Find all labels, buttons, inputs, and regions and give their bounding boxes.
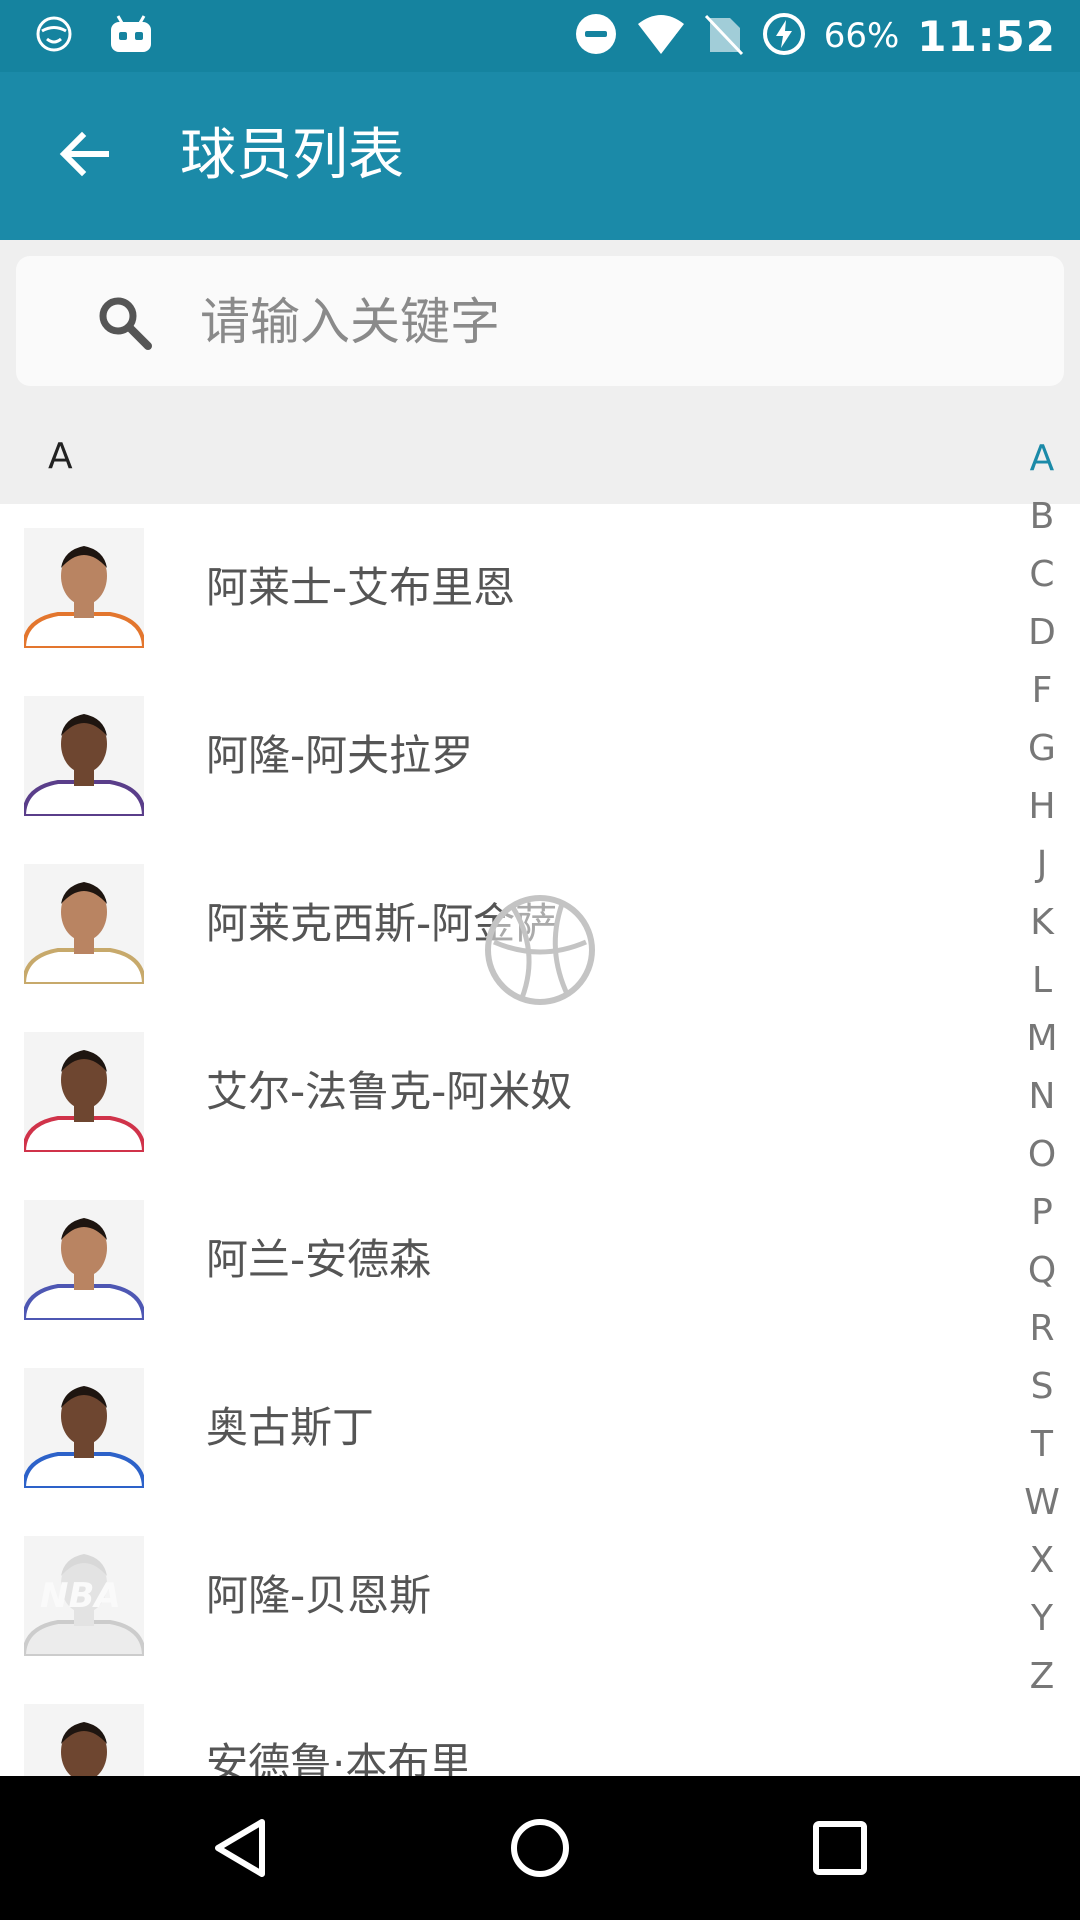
player-name: 阿莱士-艾布里恩 — [206, 563, 516, 612]
player-avatar — [24, 528, 144, 648]
index-letter-b[interactable]: B — [1012, 496, 1072, 537]
index-letter-y[interactable]: Y — [1012, 1598, 1072, 1639]
player-row[interactable]: 阿莱士-艾布里恩 — [0, 504, 1000, 672]
player-name: 艾尔-法鲁克-阿米奴 — [206, 1067, 573, 1116]
index-letter-m[interactable]: M — [1012, 1018, 1072, 1059]
arrow-left-icon — [58, 128, 110, 184]
alphabet-index-bar[interactable]: ABCDFGHJKLMNOPQRSTWXYZ — [1012, 438, 1072, 1728]
recents-square-icon — [810, 1818, 870, 1882]
screen: 66% 11:52 球员列表 A 阿莱士-艾布里恩阿隆-阿夫拉罗阿莱克西斯-阿金… — [0, 0, 1080, 1920]
search-input[interactable] — [200, 284, 1020, 360]
no-sim-icon — [704, 12, 744, 60]
index-letter-r[interactable]: R — [1012, 1308, 1072, 1349]
index-letter-t[interactable]: T — [1012, 1424, 1072, 1465]
home-circle-icon — [508, 1816, 572, 1884]
index-letter-n[interactable]: N — [1012, 1076, 1072, 1117]
index-letter-c[interactable]: C — [1012, 554, 1072, 595]
index-letter-h[interactable]: H — [1012, 786, 1072, 827]
player-avatar — [24, 1368, 144, 1488]
section-letter: A — [48, 436, 73, 477]
section-header: A — [0, 418, 1080, 504]
battery-percent: 66% — [823, 16, 900, 56]
search-box[interactable] — [16, 256, 1064, 386]
index-letter-k[interactable]: K — [1012, 902, 1072, 943]
index-letter-l[interactable]: L — [1012, 960, 1072, 1001]
index-letter-a[interactable]: A — [1012, 438, 1072, 479]
player-avatar — [24, 864, 144, 984]
status-bar: 66% 11:52 — [0, 0, 1080, 72]
index-letter-d[interactable]: D — [1012, 612, 1072, 653]
index-letter-z[interactable]: Z — [1012, 1656, 1072, 1697]
android-icon — [108, 14, 154, 58]
player-avatar — [24, 1200, 144, 1320]
player-row[interactable]: 奥古斯丁 — [0, 1344, 1000, 1512]
player-avatar — [24, 1704, 144, 1776]
search-icon — [94, 292, 154, 352]
index-letter-g[interactable]: G — [1012, 728, 1072, 769]
index-letter-w[interactable]: W — [1012, 1482, 1072, 1523]
nav-back-button[interactable] — [198, 1808, 282, 1892]
index-letter-f[interactable]: F — [1012, 670, 1072, 711]
page-title: 球员列表 — [180, 123, 404, 188]
player-row[interactable]: 阿兰-安德森 — [0, 1176, 1000, 1344]
nav-home-button[interactable] — [498, 1808, 582, 1892]
player-name: 安德鲁·本布里 — [206, 1739, 472, 1776]
charging-icon — [762, 12, 806, 60]
index-letter-p[interactable]: P — [1012, 1192, 1072, 1233]
player-row[interactable]: NBA 阿隆-贝恩斯 — [0, 1512, 1000, 1680]
player-list[interactable]: 阿莱士-艾布里恩 阿隆-阿夫拉罗 阿莱克西斯-阿金萨 艾尔-法鲁克-阿米奴 阿兰-安德森… — [0, 504, 1080, 1776]
player-avatar: NBA — [24, 1536, 144, 1656]
wifi-icon — [636, 12, 686, 60]
player-row[interactable]: 安德鲁·本布里 — [0, 1680, 1000, 1776]
player-name: 奥古斯丁 — [206, 1403, 375, 1452]
index-letter-q[interactable]: Q — [1012, 1250, 1072, 1291]
player-name: 阿隆-阿夫拉罗 — [206, 731, 474, 780]
app-bar: 球员列表 — [0, 72, 1080, 240]
dnd-icon — [574, 12, 618, 60]
player-avatar — [24, 696, 144, 816]
player-name: 阿隆-贝恩斯 — [206, 1571, 432, 1620]
smiley-icon — [34, 14, 74, 58]
search-region — [0, 240, 1080, 418]
back-button[interactable] — [44, 116, 124, 196]
index-letter-o[interactable]: O — [1012, 1134, 1072, 1175]
navigation-bar — [0, 1776, 1080, 1920]
index-letter-s[interactable]: S — [1012, 1366, 1072, 1407]
back-triangle-icon — [210, 1816, 270, 1884]
player-row[interactable]: 阿隆-阿夫拉罗 — [0, 672, 1000, 840]
nba-placeholder-logo: NBA — [40, 1576, 121, 1616]
player-row[interactable]: 艾尔-法鲁克-阿米奴 — [0, 1008, 1000, 1176]
index-letter-j[interactable]: J — [1012, 844, 1072, 885]
index-letter-x[interactable]: X — [1012, 1540, 1072, 1581]
player-name: 阿兰-安德森 — [206, 1235, 432, 1284]
player-avatar — [24, 1032, 144, 1152]
basketball-loading-icon — [482, 892, 598, 1008]
nav-recents-button[interactable] — [798, 1808, 882, 1892]
clock: 11:52 — [917, 11, 1056, 61]
